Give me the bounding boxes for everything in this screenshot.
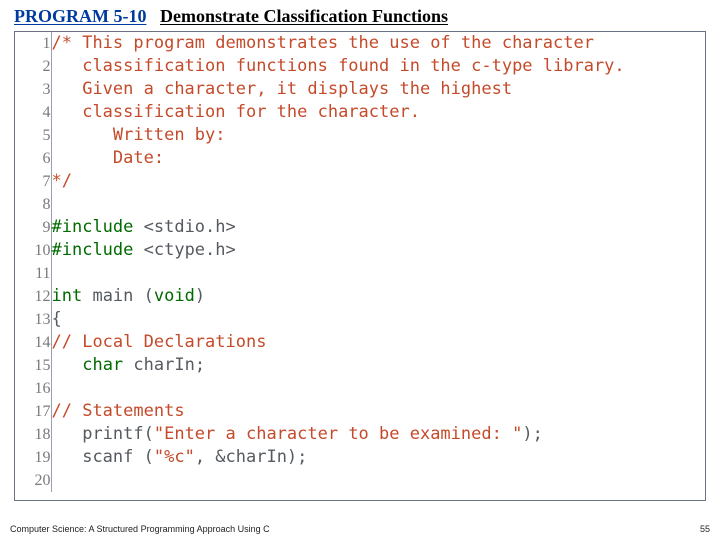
line-number: 14: [15, 331, 51, 354]
code-text: int main (void): [51, 285, 705, 308]
code-text: Written by:: [51, 124, 705, 147]
code-text: #include <ctype.h>: [51, 239, 705, 262]
program-title: Demonstrate Classification Functions: [160, 6, 448, 26]
line-number: 4: [15, 101, 51, 124]
code-text: #include <stdio.h>: [51, 216, 705, 239]
code-text: [51, 469, 705, 492]
code-line: 12int main (void): [15, 285, 705, 308]
slide-title: PROGRAM 5-10 Demonstrate Classification …: [10, 4, 710, 31]
line-number: 13: [15, 308, 51, 331]
code-text: Date:: [51, 147, 705, 170]
code-line: 1/* This program demonstrates the use of…: [15, 32, 705, 55]
line-number: 17: [15, 400, 51, 423]
line-number: 9: [15, 216, 51, 239]
code-line: 17// Statements: [15, 400, 705, 423]
slide: PROGRAM 5-10 Demonstrate Classification …: [0, 0, 720, 501]
line-number: 3: [15, 78, 51, 101]
code-text: classification functions found in the c-…: [51, 55, 705, 78]
code-text: [51, 262, 705, 285]
code-text: Given a character, it displays the highe…: [51, 78, 705, 101]
code-line: 8: [15, 193, 705, 216]
code-frame: 1/* This program demonstrates the use of…: [14, 31, 706, 501]
code-text: // Local Declarations: [51, 331, 705, 354]
code-line: 18 printf("Enter a character to be exami…: [15, 423, 705, 446]
code-line: 7*/: [15, 170, 705, 193]
code-line: 19 scanf ("%c", &charIn);: [15, 446, 705, 469]
code-line: 9#include <stdio.h>: [15, 216, 705, 239]
code-text: {: [51, 308, 705, 331]
footer-page-number: 55: [700, 524, 710, 534]
footer: Computer Science: A Structured Programmi…: [10, 524, 710, 534]
line-number: 1: [15, 32, 51, 55]
code-line: 5 Written by:: [15, 124, 705, 147]
line-number: 5: [15, 124, 51, 147]
line-number: 15: [15, 354, 51, 377]
code-text: classification for the character.: [51, 101, 705, 124]
code-line: 20: [15, 469, 705, 492]
code-text: /* This program demonstrates the use of …: [51, 32, 705, 55]
line-number: 7: [15, 170, 51, 193]
code-text: char charIn;: [51, 354, 705, 377]
line-number: 10: [15, 239, 51, 262]
line-number: 6: [15, 147, 51, 170]
code-line: 16: [15, 377, 705, 400]
program-label: PROGRAM 5-10: [14, 6, 146, 26]
code-text: scanf ("%c", &charIn);: [51, 446, 705, 469]
code-line: 15 char charIn;: [15, 354, 705, 377]
line-number: 18: [15, 423, 51, 446]
line-number: 19: [15, 446, 51, 469]
code-text: [51, 193, 705, 216]
code-text: */: [51, 170, 705, 193]
code-listing: 1/* This program demonstrates the use of…: [15, 32, 705, 492]
line-number: 20: [15, 469, 51, 492]
code-line: 14// Local Declarations: [15, 331, 705, 354]
line-number: 2: [15, 55, 51, 78]
code-text: printf("Enter a character to be examined…: [51, 423, 705, 446]
code-text: [51, 377, 705, 400]
code-line: 3 Given a character, it displays the hig…: [15, 78, 705, 101]
line-number: 12: [15, 285, 51, 308]
line-number: 8: [15, 193, 51, 216]
code-text: // Statements: [51, 400, 705, 423]
code-line: 4 classification for the character.: [15, 101, 705, 124]
line-number: 11: [15, 262, 51, 285]
code-line: 11: [15, 262, 705, 285]
code-line: 6 Date:: [15, 147, 705, 170]
code-line: 10#include <ctype.h>: [15, 239, 705, 262]
line-number: 16: [15, 377, 51, 400]
code-line: 2 classification functions found in the …: [15, 55, 705, 78]
footer-book-title: Computer Science: A Structured Programmi…: [10, 524, 270, 534]
code-line: 13{: [15, 308, 705, 331]
